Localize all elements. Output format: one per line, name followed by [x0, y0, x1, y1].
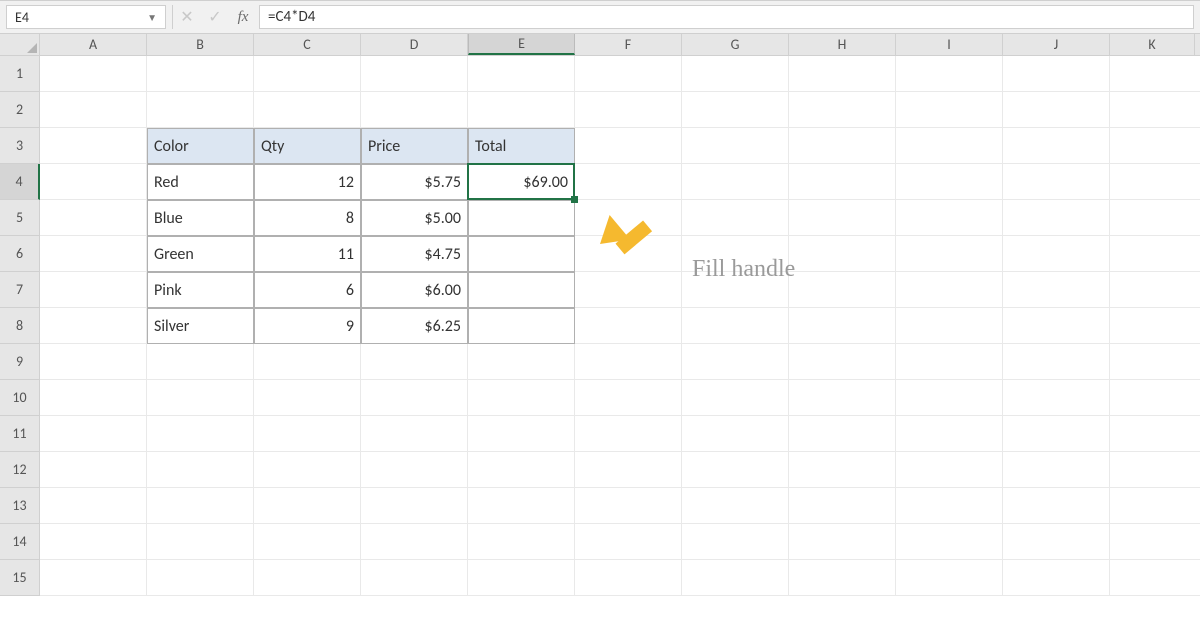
- row-header-13[interactable]: 13: [0, 488, 40, 524]
- cell-A7[interactable]: [40, 272, 147, 308]
- column-header-K[interactable]: K: [1110, 34, 1195, 55]
- cell-C3[interactable]: Qty: [254, 128, 361, 164]
- row-header-8[interactable]: 8: [0, 308, 40, 344]
- cell-C6[interactable]: 11: [254, 236, 361, 272]
- cell-E3[interactable]: Total: [468, 128, 575, 164]
- cell-E6[interactable]: [468, 236, 575, 272]
- cell-B5[interactable]: Blue: [147, 200, 254, 236]
- cell-C8[interactable]: 9: [254, 308, 361, 344]
- cell-D8[interactable]: $6.25: [361, 308, 468, 344]
- name-box-value: E4: [15, 9, 29, 26]
- cell-E5[interactable]: [468, 200, 575, 236]
- cell-D4[interactable]: $5.75: [361, 164, 468, 200]
- cell-B8[interactable]: Silver: [147, 308, 254, 344]
- cell-B4[interactable]: Red: [147, 164, 254, 200]
- row-header-11[interactable]: 11: [0, 416, 40, 452]
- row-header-6[interactable]: 6: [0, 236, 40, 272]
- cell-E7[interactable]: [468, 272, 575, 308]
- column-header-D[interactable]: D: [361, 34, 468, 55]
- cell-D7[interactable]: $6.00: [361, 272, 468, 308]
- cell-B7[interactable]: Pink: [147, 272, 254, 308]
- column-header-G[interactable]: G: [682, 34, 789, 55]
- cell-A4[interactable]: [40, 164, 147, 200]
- cell-B6[interactable]: Green: [147, 236, 254, 272]
- column-header-H[interactable]: H: [789, 34, 896, 55]
- fx-icon: fx: [238, 9, 249, 26]
- cell-A3[interactable]: [40, 128, 147, 164]
- cell-A8[interactable]: [40, 308, 147, 344]
- row-header-7[interactable]: 7: [0, 272, 40, 308]
- cell-D6[interactable]: $4.75: [361, 236, 468, 272]
- column-header-B[interactable]: B: [147, 34, 254, 55]
- row-header-15[interactable]: 15: [0, 560, 40, 596]
- fill-handle[interactable]: [571, 196, 578, 203]
- formula-text: =C4*D4: [268, 8, 315, 26]
- row-header-4[interactable]: 4: [0, 164, 40, 200]
- column-header-E[interactable]: E: [468, 34, 575, 55]
- formula-bar: E4 ▼ ✕ ✓ fx =C4*D4: [0, 0, 1200, 34]
- row-header-14[interactable]: 14: [0, 524, 40, 560]
- column-header-A[interactable]: A: [40, 34, 147, 55]
- cell-E4[interactable]: $69.00: [468, 164, 575, 200]
- check-icon: ✓: [208, 7, 221, 27]
- row-header-10[interactable]: 10: [0, 380, 40, 416]
- row-header-12[interactable]: 12: [0, 452, 40, 488]
- cell-A5[interactable]: [40, 200, 147, 236]
- insert-function-button[interactable]: fx: [229, 1, 257, 33]
- row-header-2[interactable]: 2: [0, 92, 40, 128]
- column-header-I[interactable]: I: [896, 34, 1003, 55]
- cell-D3[interactable]: Price: [361, 128, 468, 164]
- cell-E8[interactable]: [468, 308, 575, 344]
- cell-D5[interactable]: $5.00: [361, 200, 468, 236]
- cell-C4[interactable]: 12: [254, 164, 361, 200]
- select-all-corner[interactable]: [0, 34, 40, 55]
- formula-input[interactable]: =C4*D4: [259, 5, 1194, 29]
- name-box-dropdown-icon[interactable]: ▼: [147, 11, 157, 24]
- name-box[interactable]: E4 ▼: [6, 5, 166, 29]
- cell-C5[interactable]: 8: [254, 200, 361, 236]
- formula-accept-button[interactable]: ✓: [201, 1, 229, 33]
- cell-A6[interactable]: [40, 236, 147, 272]
- row-header-5[interactable]: 5: [0, 200, 40, 236]
- column-header-J[interactable]: J: [1003, 34, 1110, 55]
- cell-grid[interactable]: Color Qty Price Total Red 12 $5.75 $69.0…: [40, 56, 1200, 596]
- worksheet: A B C D E F G H I J K 1 2 3 4 5 6 7 8 9 …: [0, 34, 1200, 596]
- column-header-C[interactable]: C: [254, 34, 361, 55]
- row-header-9[interactable]: 9: [0, 344, 40, 380]
- row-header-1[interactable]: 1: [0, 56, 40, 92]
- row-header-3[interactable]: 3: [0, 128, 40, 164]
- cell-B3[interactable]: Color: [147, 128, 254, 164]
- formula-cancel-button[interactable]: ✕: [173, 1, 201, 33]
- row-header-strip: 1 2 3 4 5 6 7 8 9 10 11 12 13 14 15: [0, 56, 40, 596]
- x-icon: ✕: [180, 7, 193, 27]
- column-header-F[interactable]: F: [575, 34, 682, 55]
- cell-C7[interactable]: 6: [254, 272, 361, 308]
- column-header-row: A B C D E F G H I J K: [0, 34, 1200, 56]
